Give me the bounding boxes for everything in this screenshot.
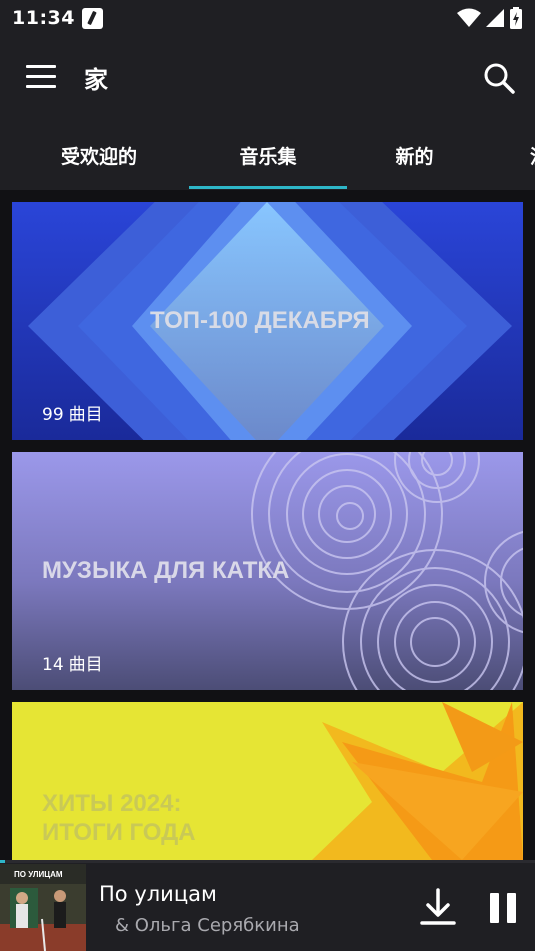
tab-collections[interactable]: 音乐集 — [189, 122, 347, 188]
tab-popular[interactable]: 受欢迎的 — [20, 122, 178, 188]
track-artist[interactable]: & Ольга Серябкина — [115, 915, 300, 936]
edit-icon — [81, 7, 103, 29]
playback-progress-fill — [0, 860, 6, 863]
track-count-label: 曲目 — [68, 655, 103, 675]
tab-bar: 受欢迎的 音乐集 新的 流 — [0, 122, 535, 190]
track-count-label: 曲目 — [68, 405, 103, 425]
collection-track-count: 14 曲目 — [42, 650, 108, 675]
status-bar: 11:34 — [0, 0, 535, 36]
album-cover[interactable]: ПО УЛИЦАМ — [0, 864, 86, 951]
collection-card-hits-2024[interactable]: ХИТЫ 2024: ИТОГИ ГОДА — [12, 702, 523, 860]
track-title[interactable]: По улицам — [99, 882, 217, 906]
battery-icon — [510, 7, 522, 29]
wifi-icon — [457, 8, 481, 27]
track-count-number: 99 — [42, 405, 64, 425]
pause-icon[interactable] — [485, 890, 521, 926]
track-count-number: 14 — [42, 655, 64, 675]
status-time: 11:34 — [12, 7, 75, 29]
search-icon[interactable] — [482, 61, 516, 95]
playback-progress-track[interactable] — [0, 860, 535, 863]
tab-new[interactable]: 新的 — [357, 122, 472, 188]
tab-selected-indicator — [189, 186, 347, 189]
collection-title: ТОП-100 ДЕКАБРЯ — [150, 307, 370, 334]
hamburger-menu-icon[interactable] — [26, 65, 56, 89]
page-title: 家 — [84, 66, 108, 94]
collection-title-line2: ИТОГИ ГОДА — [42, 818, 196, 846]
collection-title: ХИТЫ 2024: ИТОГИ ГОДА — [42, 790, 196, 848]
collection-title: МУЗЫКА ДЛЯ КАТКА — [42, 557, 290, 584]
collection-card-top100[interactable]: ТОП-100 ДЕКАБРЯ 99 曲目 — [12, 202, 523, 440]
collection-title-line1: ХИТЫ 2024: — [42, 790, 182, 817]
tab-streams[interactable]: 流 — [530, 122, 535, 188]
status-icons — [457, 7, 523, 29]
collection-card-skating[interactable]: МУЗЫКА ДЛЯ КАТКА 14 曲目 — [12, 452, 523, 690]
collection-track-count: 99 曲目 — [42, 400, 108, 425]
download-icon[interactable] — [418, 886, 458, 928]
app-bar: 家 — [0, 48, 535, 106]
album-cover-text: ПО УЛИЦАМ — [14, 870, 63, 879]
signal-icon — [486, 9, 504, 27]
mini-player[interactable]: ПО УЛИЦАМ По улицам & Ольга Серябкина — [0, 860, 535, 951]
app-screen: 11:34 家 受欢迎的 音乐集 新的 ТОП-100 ДЕКАБРЯ 99 曲… — [0, 0, 535, 951]
